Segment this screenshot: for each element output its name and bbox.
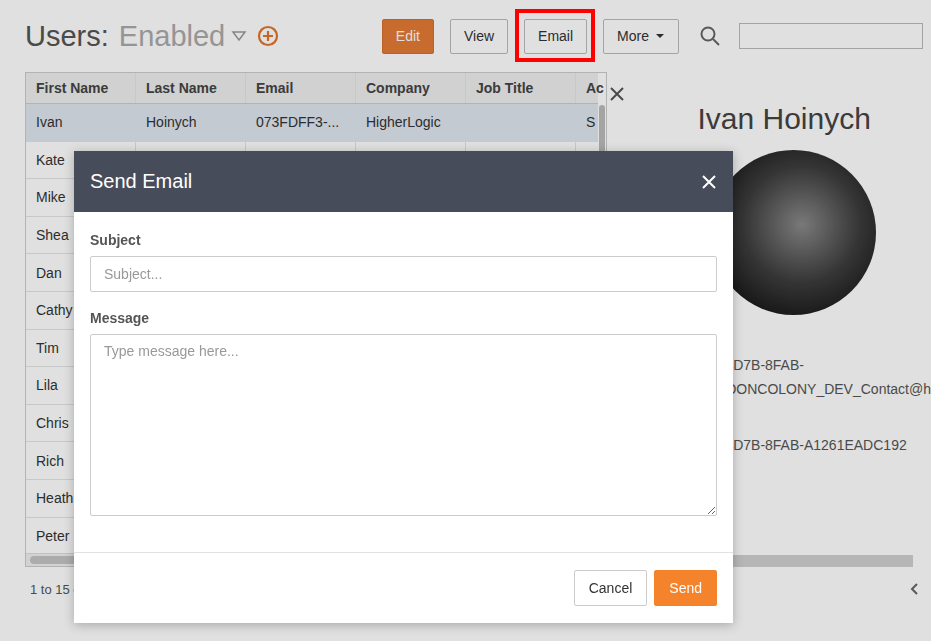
message-textarea[interactable]	[90, 334, 717, 516]
dialog-footer: CancelSend	[74, 552, 733, 623]
dialog-title: Send Email	[90, 170, 192, 193]
send-email-dialog: Send Email Subject Message CancelSend	[74, 151, 733, 623]
users-page: Users:EnabledEditViewEmailMoreFirst Name…	[0, 0, 931, 641]
form-field: Subject	[90, 232, 717, 292]
dialog-button[interactable]: Cancel	[574, 570, 648, 606]
close-icon[interactable]	[701, 174, 717, 190]
subject-input[interactable]	[90, 256, 717, 292]
dialog-button[interactable]: Send	[654, 570, 717, 606]
field-label: Message	[90, 310, 717, 326]
field-label: Subject	[90, 232, 717, 248]
dialog-header: Send Email	[74, 151, 733, 212]
form-field: Message	[90, 310, 717, 516]
